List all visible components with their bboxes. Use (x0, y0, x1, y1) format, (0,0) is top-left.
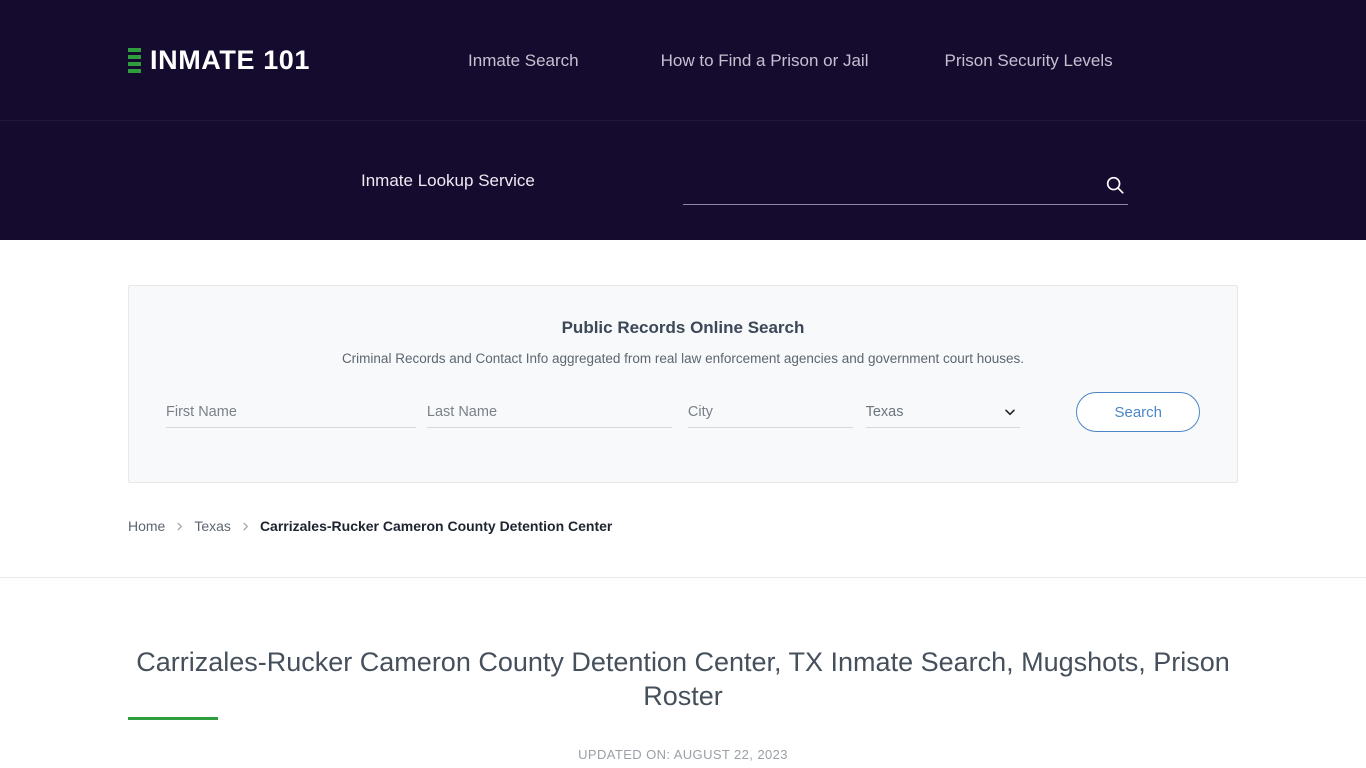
city-input[interactable] (687, 398, 853, 426)
chevron-right-icon (240, 521, 251, 532)
search-icon (1104, 174, 1126, 199)
logo-text: INMATE 101 (150, 45, 311, 75)
nav-item-how-to-find-a-prison-or-jail[interactable]: How to Find a Prison or Jail (661, 45, 869, 77)
page-title: Carrizales-Rucker Cameron County Detenti… (136, 647, 1230, 711)
breadcrumb-item-home[interactable]: Home (128, 518, 165, 534)
public-records-card: Public Records Online Search Criminal Re… (128, 285, 1238, 483)
nav-item-prison-security-levels[interactable]: Prison Security Levels (944, 45, 1112, 77)
records-card-title: Public Records Online Search (561, 318, 805, 337)
first-name-field (166, 398, 416, 428)
chevron-right-icon (174, 521, 185, 532)
title-accent-rule (128, 717, 218, 720)
site-logo[interactable]: INMATE 101 (128, 44, 310, 77)
breadcrumb: Home Texas Carrizales-Rucker Cameron Cou… (128, 518, 612, 534)
state-field: Texas (865, 398, 1021, 428)
breadcrumb-item-texas[interactable]: Texas (194, 518, 231, 534)
inmate-lookup-bar: Inmate Lookup Service (0, 121, 1366, 240)
main-navigation: Inmate Search How to Find a Prison or Ja… (468, 45, 1113, 77)
last-updated-text: UPDATED ON: AUGUST 22, 2023 (578, 747, 788, 762)
nav-item-inmate-search[interactable]: Inmate Search (468, 45, 579, 77)
site-header: INMATE 101 Inmate Search How to Find a P… (0, 0, 1366, 121)
lookup-search-field (683, 169, 1128, 205)
lookup-service-label: Inmate Lookup Service (361, 170, 535, 190)
breadcrumb-current-page: Carrizales-Rucker Cameron County Detenti… (259, 518, 613, 534)
last-name-input[interactable] (426, 398, 672, 426)
last-name-field (426, 398, 672, 428)
lookup-search-input[interactable] (683, 171, 1096, 202)
lookup-search-button[interactable] (1096, 174, 1128, 199)
section-divider (0, 577, 1366, 578)
prison-bars-icon (128, 44, 141, 77)
first-name-input[interactable] (166, 398, 416, 426)
city-field (687, 398, 853, 428)
records-search-button[interactable]: Search (1076, 392, 1201, 432)
public-records-form: Texas Search (129, 392, 1237, 432)
state-select[interactable]: Texas (865, 398, 1021, 426)
records-card-subtitle: Criminal Records and Contact Info aggreg… (341, 351, 1025, 366)
